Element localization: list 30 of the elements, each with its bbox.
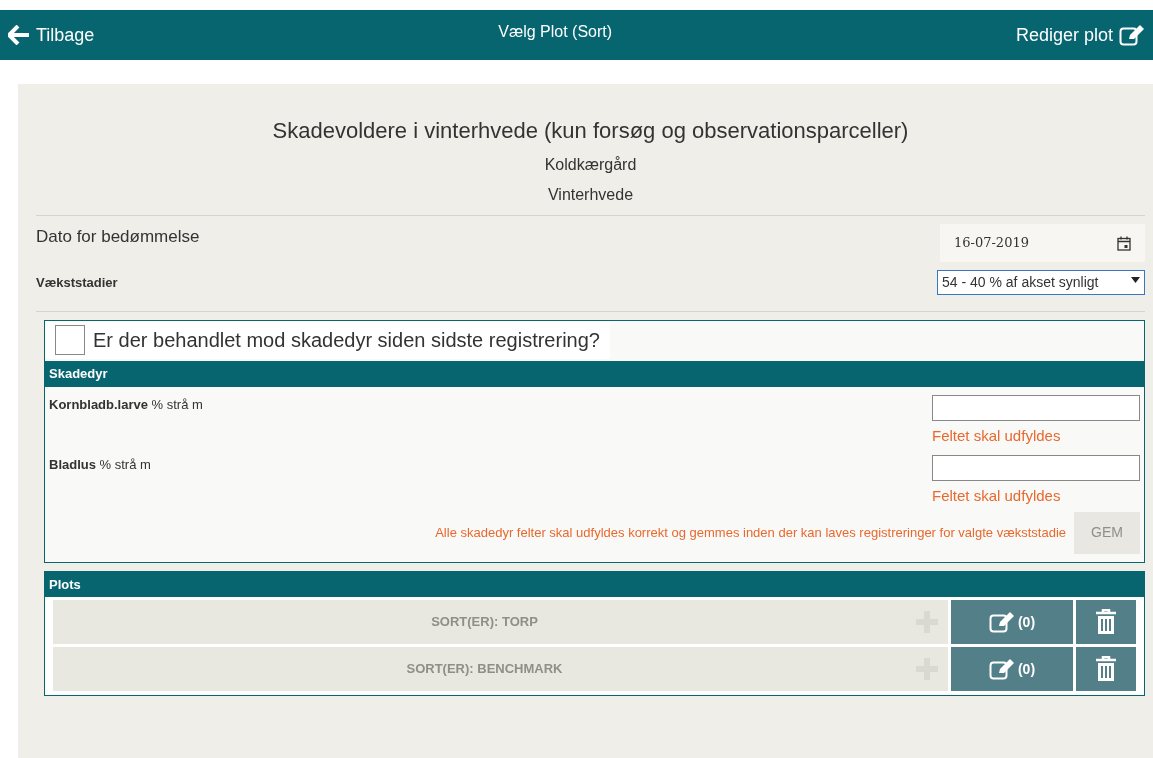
section-header: Skadedyr [45,361,1144,387]
error-text: Feltet skal udfyldes [932,486,1062,506]
edit-icon [988,658,1015,680]
back-arrow-icon [8,25,30,45]
checkbox-label: Er der behandlet mod skadedyr siden sidste registrering? [93,328,600,353]
delete-button[interactable] [1076,647,1136,691]
checkbox[interactable] [55,325,85,355]
field-label: Kornbladb.larve % strå m [49,395,203,414]
warning-text: Alle skadedyr felter skal udfyldes korrekt og gemmes inden der kan laves registreringer for valgte vækststadie [435,523,1066,542]
form-title: Skadevoldere i vinterhvede (kun forsøg og observationsparceller) [271,117,910,145]
date-field[interactable]: 16-07-2019 [940,224,1145,262]
page-title: Vælg Plot (Sort) [498,22,613,42]
edit-icon [988,611,1015,633]
growth-stage-dropdown[interactable]: 54 - 40 % af akset synligt [937,270,1145,295]
back-button[interactable]: Tilbage [0,10,103,60]
edit-plot-button[interactable]: Rediger plot [1007,10,1153,60]
growth-stage-label: Vækststadier [36,273,118,292]
delete-button[interactable] [1076,600,1136,644]
input-field[interactable] [932,394,1140,421]
date-label: Dato for bedømmelse [36,226,200,248]
trash-icon [1095,656,1117,682]
input-field[interactable] [932,455,1140,481]
trash-icon [1095,609,1117,635]
farm-name: Koldkærgård [543,155,638,175]
calendar-icon [1117,235,1131,251]
error-text: Feltet skal udfyldes [932,425,1062,446]
section-header: Plots [45,571,1144,597]
edit-icon [1119,24,1145,46]
field-label: Bladlus % strå m [49,456,151,474]
crop-name: Vinterhvede [546,185,635,205]
